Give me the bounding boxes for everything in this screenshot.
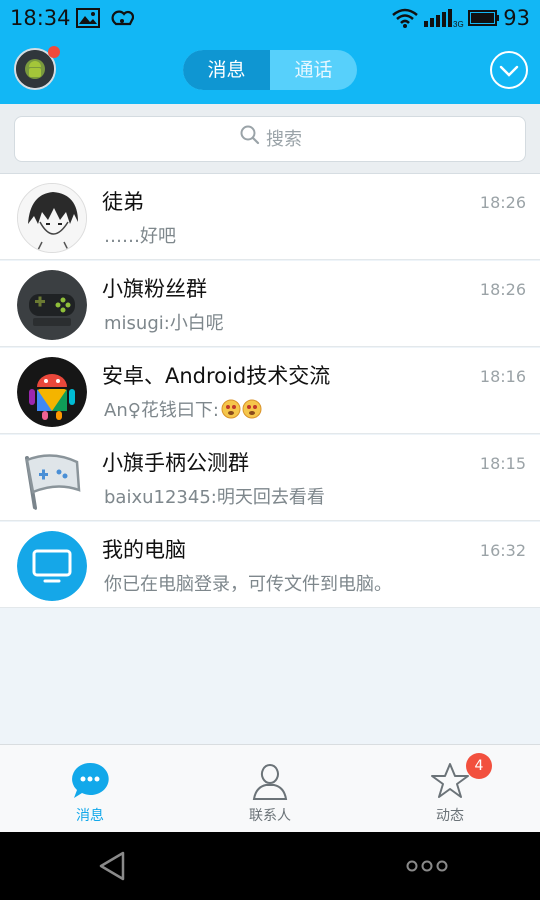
- gallery-icon: [76, 8, 100, 32]
- nav-tab-messages[interactable]: 消息: [0, 745, 180, 833]
- moments-badge: 4: [466, 753, 492, 779]
- system-nav-bar: [0, 832, 540, 900]
- conversation-time: 18:15: [479, 454, 526, 473]
- sketch-boy-avatar: [17, 183, 87, 253]
- nav-label: 消息: [76, 808, 104, 824]
- conversation-message: 你已在电脑登录，可传文件到电脑。: [104, 574, 392, 595]
- wifi-icon: [392, 8, 418, 32]
- conversation-message: misugi:小白呢: [104, 313, 224, 334]
- conversation-time: 16:32: [479, 541, 526, 560]
- person-icon: [250, 761, 290, 801]
- gamepad-avatar: [17, 270, 87, 340]
- message-call-switch: 消息 通话: [183, 50, 357, 90]
- header-bar: 消息 通话: [0, 36, 540, 104]
- message-text: An♀花钱曰下:: [104, 400, 219, 421]
- chevron-down-icon: [499, 65, 519, 77]
- search-area: 搜索: [0, 104, 540, 174]
- battery-icon: [468, 8, 500, 32]
- search-placeholder: 搜索: [266, 129, 302, 150]
- conversation-time: 18:26: [479, 193, 526, 212]
- conversation-message: An♀花钱曰下:: [104, 396, 263, 424]
- android-colorful-avatar: [17, 357, 87, 427]
- conversation-row[interactable]: 我的电脑 你已在电脑登录，可传文件到电脑。 16:32: [0, 522, 540, 608]
- status-bar: 18:34 3G 93: [0, 0, 540, 36]
- nav-tab-moments[interactable]: 动态: [360, 745, 540, 833]
- star-icon: [430, 761, 470, 801]
- conversation-time: 18:16: [479, 367, 526, 386]
- network-type: 3G: [453, 20, 464, 28]
- monitor-avatar: [17, 531, 87, 601]
- conversation-message: ……好吧: [104, 226, 176, 247]
- conversation-time: 18:26: [479, 280, 526, 299]
- tab-calls[interactable]: 通话: [270, 50, 357, 90]
- nav-tab-contacts[interactable]: 联系人: [180, 745, 360, 833]
- status-time: 18:34: [10, 6, 71, 30]
- more-menu-button[interactable]: [490, 51, 528, 89]
- conversation-row[interactable]: 徒弟 ……好吧 18:26: [0, 174, 540, 260]
- nav-label: 联系人: [249, 808, 291, 824]
- flag-gamepad-avatar: [17, 444, 87, 514]
- signal-icon: 3G: [424, 8, 464, 32]
- more-dots-icon[interactable]: [406, 858, 448, 878]
- conversation-title: 徒弟: [102, 190, 144, 214]
- conversation-title: 安卓、Android技术交流: [102, 364, 331, 388]
- emoji-icon: [221, 399, 263, 424]
- back-icon[interactable]: [98, 850, 126, 886]
- conversation-message: baixu12345:明天回去看看: [104, 487, 325, 508]
- sync-icon: [110, 8, 135, 32]
- conversation-row[interactable]: 小旗粉丝群 misugi:小白呢 18:26: [0, 261, 540, 347]
- conversation-row[interactable]: 小旗手柄公测群 baixu12345:明天回去看看 18:15: [0, 435, 540, 521]
- nav-label: 动态: [436, 808, 464, 824]
- search-icon: [240, 117, 260, 163]
- conversation-title: 小旗粉丝群: [102, 277, 207, 301]
- notification-dot: [48, 46, 60, 58]
- conversation-title: 我的电脑: [102, 538, 186, 562]
- conversation-title: 小旗手柄公测群: [102, 451, 249, 475]
- search-input[interactable]: 搜索: [14, 116, 526, 162]
- battery-percent: 93: [503, 6, 530, 30]
- chat-bubble-icon: [70, 761, 110, 801]
- bottom-nav: 消息 联系人 动态 4: [0, 744, 540, 832]
- tab-messages[interactable]: 消息: [183, 50, 270, 90]
- conversation-row[interactable]: 安卓、Android技术交流 An♀花钱曰下: 18:16: [0, 348, 540, 434]
